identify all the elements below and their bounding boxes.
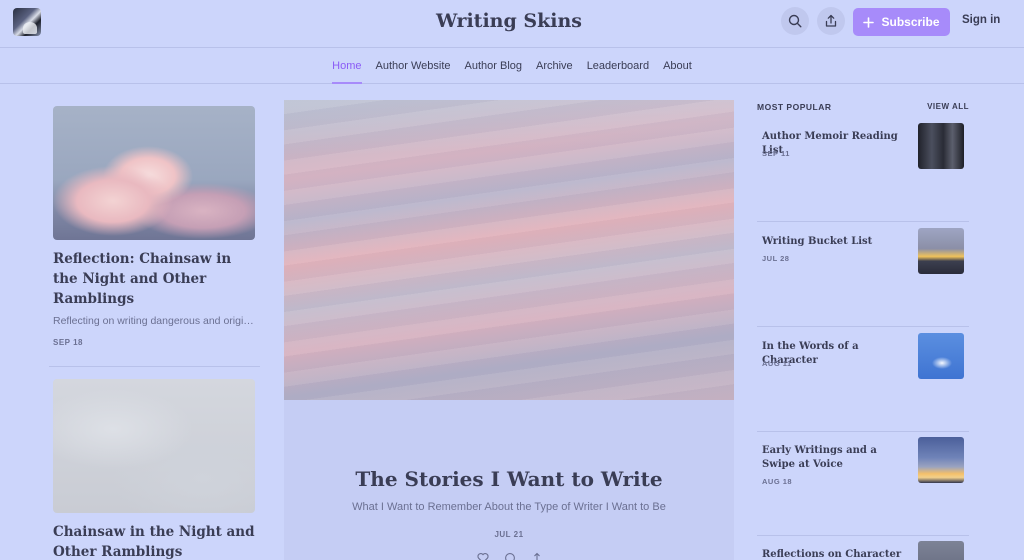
main-nav: Home Author Website Author Blog Archive …	[0, 48, 1024, 84]
popular-item-title[interactable]: Reflections on Character voice	[762, 548, 912, 560]
post-title[interactable]: Chainsaw in the Night and Other Rambling…	[53, 522, 255, 560]
popular-item-thumbnail[interactable]	[918, 228, 964, 274]
nav-home[interactable]: Home	[325, 48, 368, 84]
popular-item-date: JUL 28	[762, 254, 790, 263]
share-arrow-icon[interactable]	[531, 552, 543, 560]
search-button[interactable]	[781, 7, 809, 35]
popular-item-thumbnail[interactable]	[918, 437, 964, 483]
featured-title[interactable]: The Stories I Want to Write	[284, 467, 734, 491]
search-icon	[788, 14, 802, 28]
divider	[49, 366, 260, 367]
divider	[757, 326, 969, 327]
share-button[interactable]	[817, 7, 845, 35]
nav-author-blog[interactable]: Author Blog	[458, 48, 529, 84]
popular-item-thumbnail[interactable]	[918, 541, 964, 560]
subscribe-button[interactable]: Subscribe	[853, 8, 950, 36]
popular-item-thumbnail[interactable]	[918, 123, 964, 169]
featured-panel: The Stories I Want to Write What I Want …	[284, 400, 734, 560]
nav-leaderboard[interactable]: Leaderboard	[580, 48, 656, 84]
featured-date: JUL 21	[494, 530, 524, 539]
post-card[interactable]: Reflection: Chainsaw in the Night and Ot…	[53, 106, 255, 347]
featured-actions	[477, 552, 543, 560]
divider	[757, 431, 969, 432]
popular-item-date: SEP 11	[762, 149, 790, 158]
comment-icon[interactable]	[504, 552, 516, 560]
most-popular-label: MOST POPULAR	[757, 102, 832, 112]
heart-icon[interactable]	[477, 552, 489, 560]
nav-about[interactable]: About	[656, 48, 699, 84]
post-date: SEP 18	[53, 338, 83, 347]
popular-item-title[interactable]: Early Writings and a Swipe at Voice	[762, 444, 912, 472]
nav-archive[interactable]: Archive	[529, 48, 580, 84]
popular-item-date: AUG 11	[762, 359, 792, 368]
post-thumbnail[interactable]	[53, 379, 255, 513]
most-popular-header: MOST POPULAR VIEW ALL	[757, 102, 969, 112]
top-bar: Writing Skins Subscribe Sign in	[0, 0, 1024, 48]
share-icon	[825, 14, 837, 27]
popular-item-title[interactable]: Writing Bucket List	[762, 235, 912, 249]
plus-icon	[863, 16, 875, 28]
view-all-link[interactable]: VIEW ALL	[927, 102, 969, 112]
featured-image[interactable]	[284, 100, 734, 400]
subscribe-label: Subscribe	[881, 15, 940, 29]
sign-in-link[interactable]: Sign in	[962, 14, 1000, 26]
popular-item-date: AUG 18	[762, 477, 793, 486]
featured-subtitle: What I Want to Remember About the Type o…	[352, 501, 666, 513]
post-subtitle: Reflecting on writing dangerous and orig…	[53, 315, 255, 327]
post-title[interactable]: Reflection: Chainsaw in the Night and Ot…	[53, 249, 255, 309]
divider	[757, 535, 969, 536]
divider	[757, 221, 969, 222]
post-thumbnail[interactable]	[53, 106, 255, 240]
popular-item-thumbnail[interactable]	[918, 333, 964, 379]
nav-author-website[interactable]: Author Website	[369, 48, 458, 84]
post-card[interactable]: Chainsaw in the Night and Other Rambling…	[53, 379, 255, 560]
